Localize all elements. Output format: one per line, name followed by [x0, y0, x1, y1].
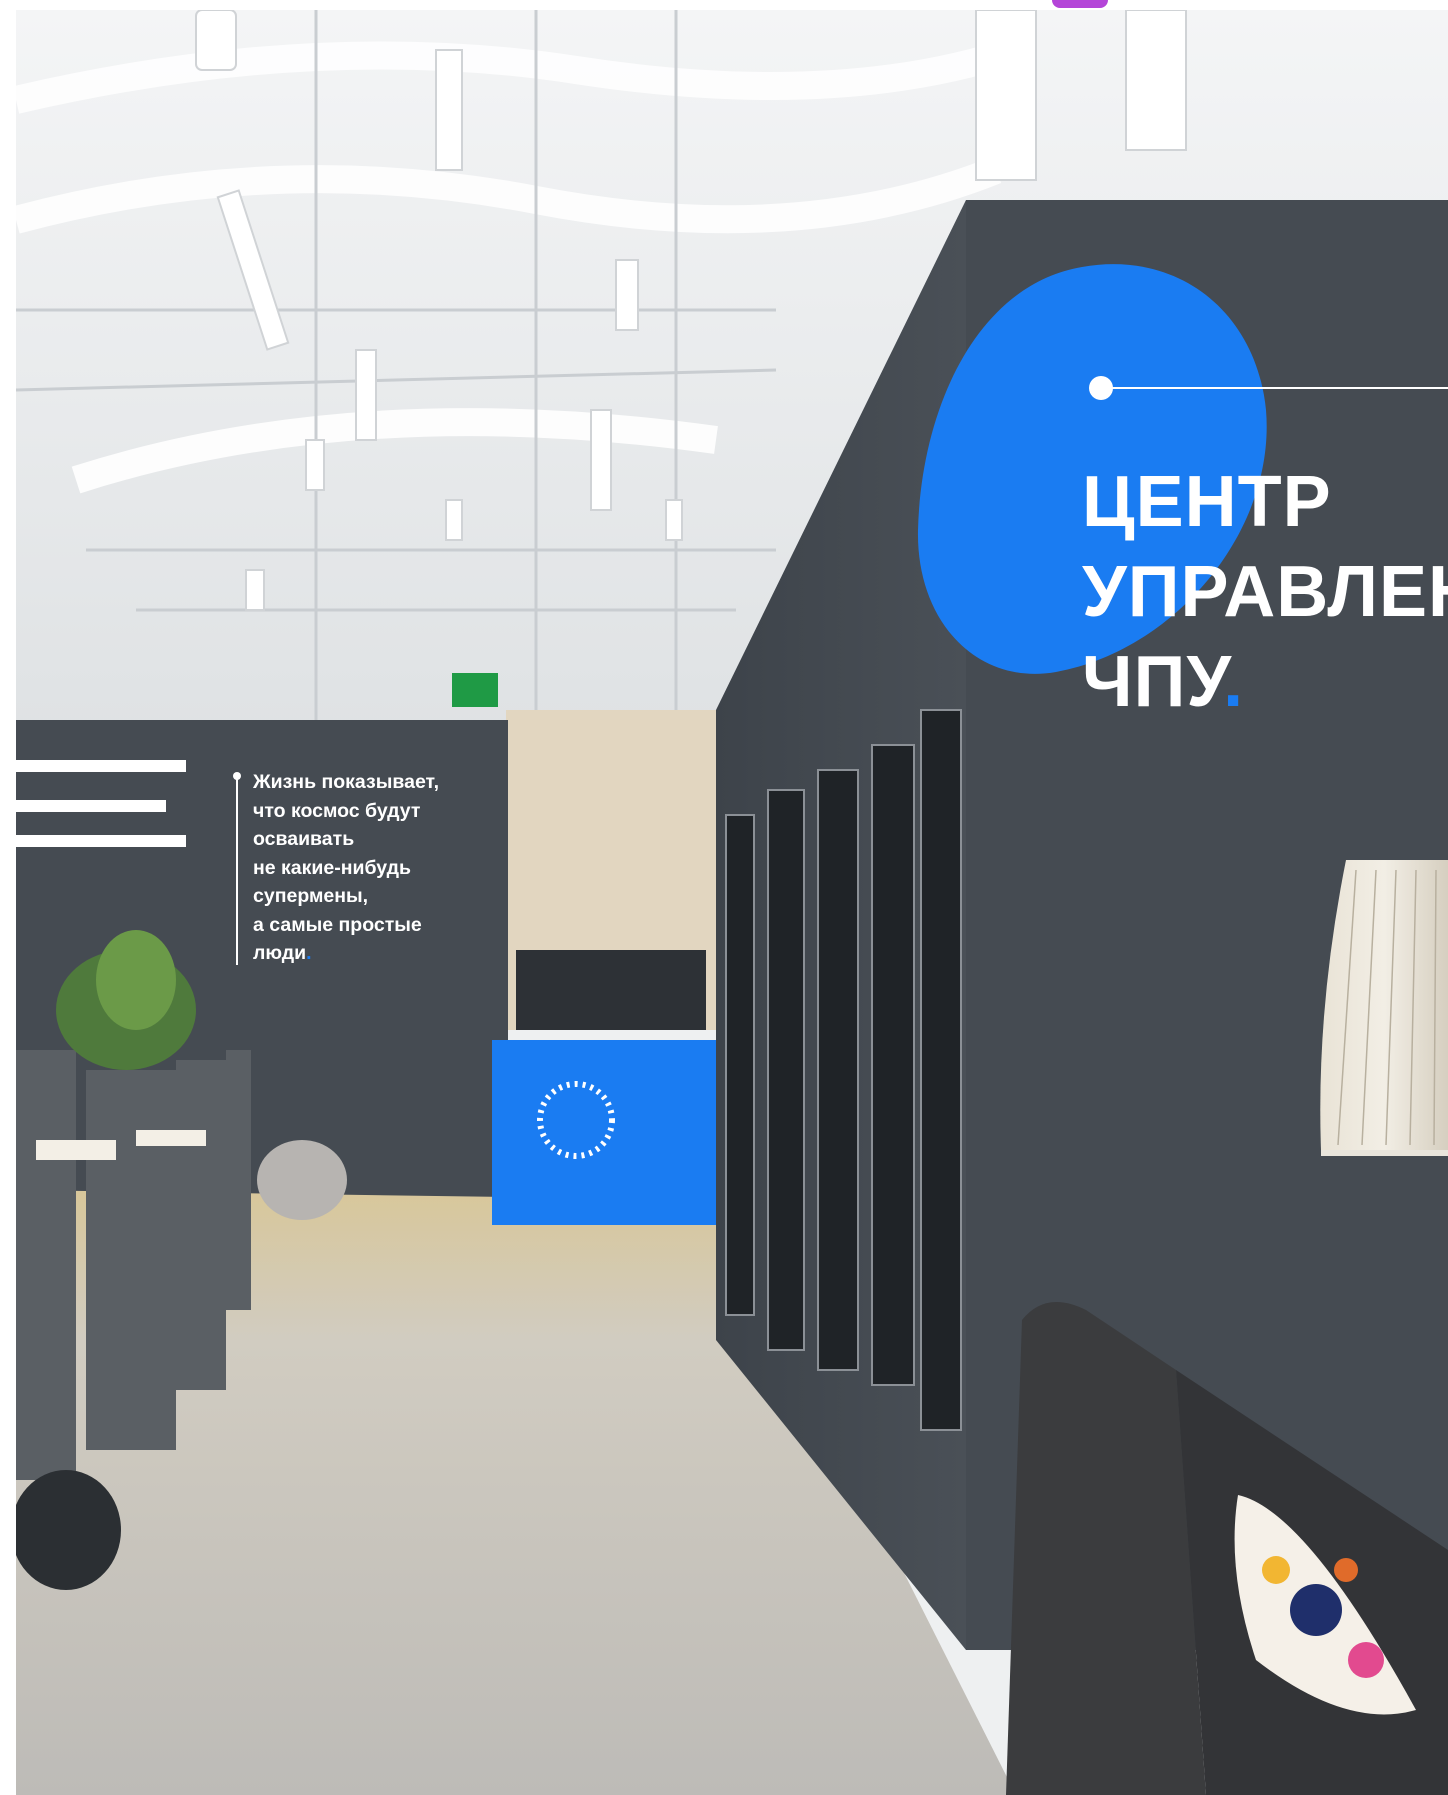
wall-title-line: УПРАВЛЕН — [1082, 552, 1448, 632]
wall-quote-line: супермены, — [253, 885, 369, 907]
wall-quote-end-dot: . — [306, 942, 312, 964]
wall-quote-line: не какие-нибудь — [253, 856, 412, 879]
wall-title-last-line: ЧПУ. — [1082, 637, 1448, 727]
top-badge-icon — [1052, 0, 1108, 8]
wall-title-line: ЦЕНТР — [1082, 462, 1332, 542]
wall-quote-line: Жизнь показывает, — [253, 771, 440, 793]
wall-title-line: ЧПУ — [1082, 642, 1224, 722]
reception-desk — [492, 1040, 722, 1225]
wall-quote: Жизнь показывает, что космос будут осваи… — [253, 768, 513, 968]
wall-quote-last-line: люди. — [253, 939, 513, 968]
wall-title: ЦЕНТР УПРАВЛЕН ЧПУ. — [1082, 457, 1448, 727]
wall-quote-line: а самые простые — [253, 913, 422, 936]
floor-lamp — [1320, 860, 1448, 1150]
wall-quote-line: что космос будут — [253, 799, 421, 822]
wall-quote-line: осваивать — [253, 828, 355, 850]
title-marker-dot — [1089, 376, 1113, 400]
exit-sign — [452, 673, 498, 707]
wall-quote-line: люди — [253, 942, 307, 964]
wall-title-end-dot: . — [1223, 642, 1245, 722]
office-photo: Жизнь показывает, что космос будут осваи… — [16, 10, 1448, 1795]
sofa-back — [1006, 1302, 1206, 1795]
office-scene — [16, 10, 1448, 1795]
